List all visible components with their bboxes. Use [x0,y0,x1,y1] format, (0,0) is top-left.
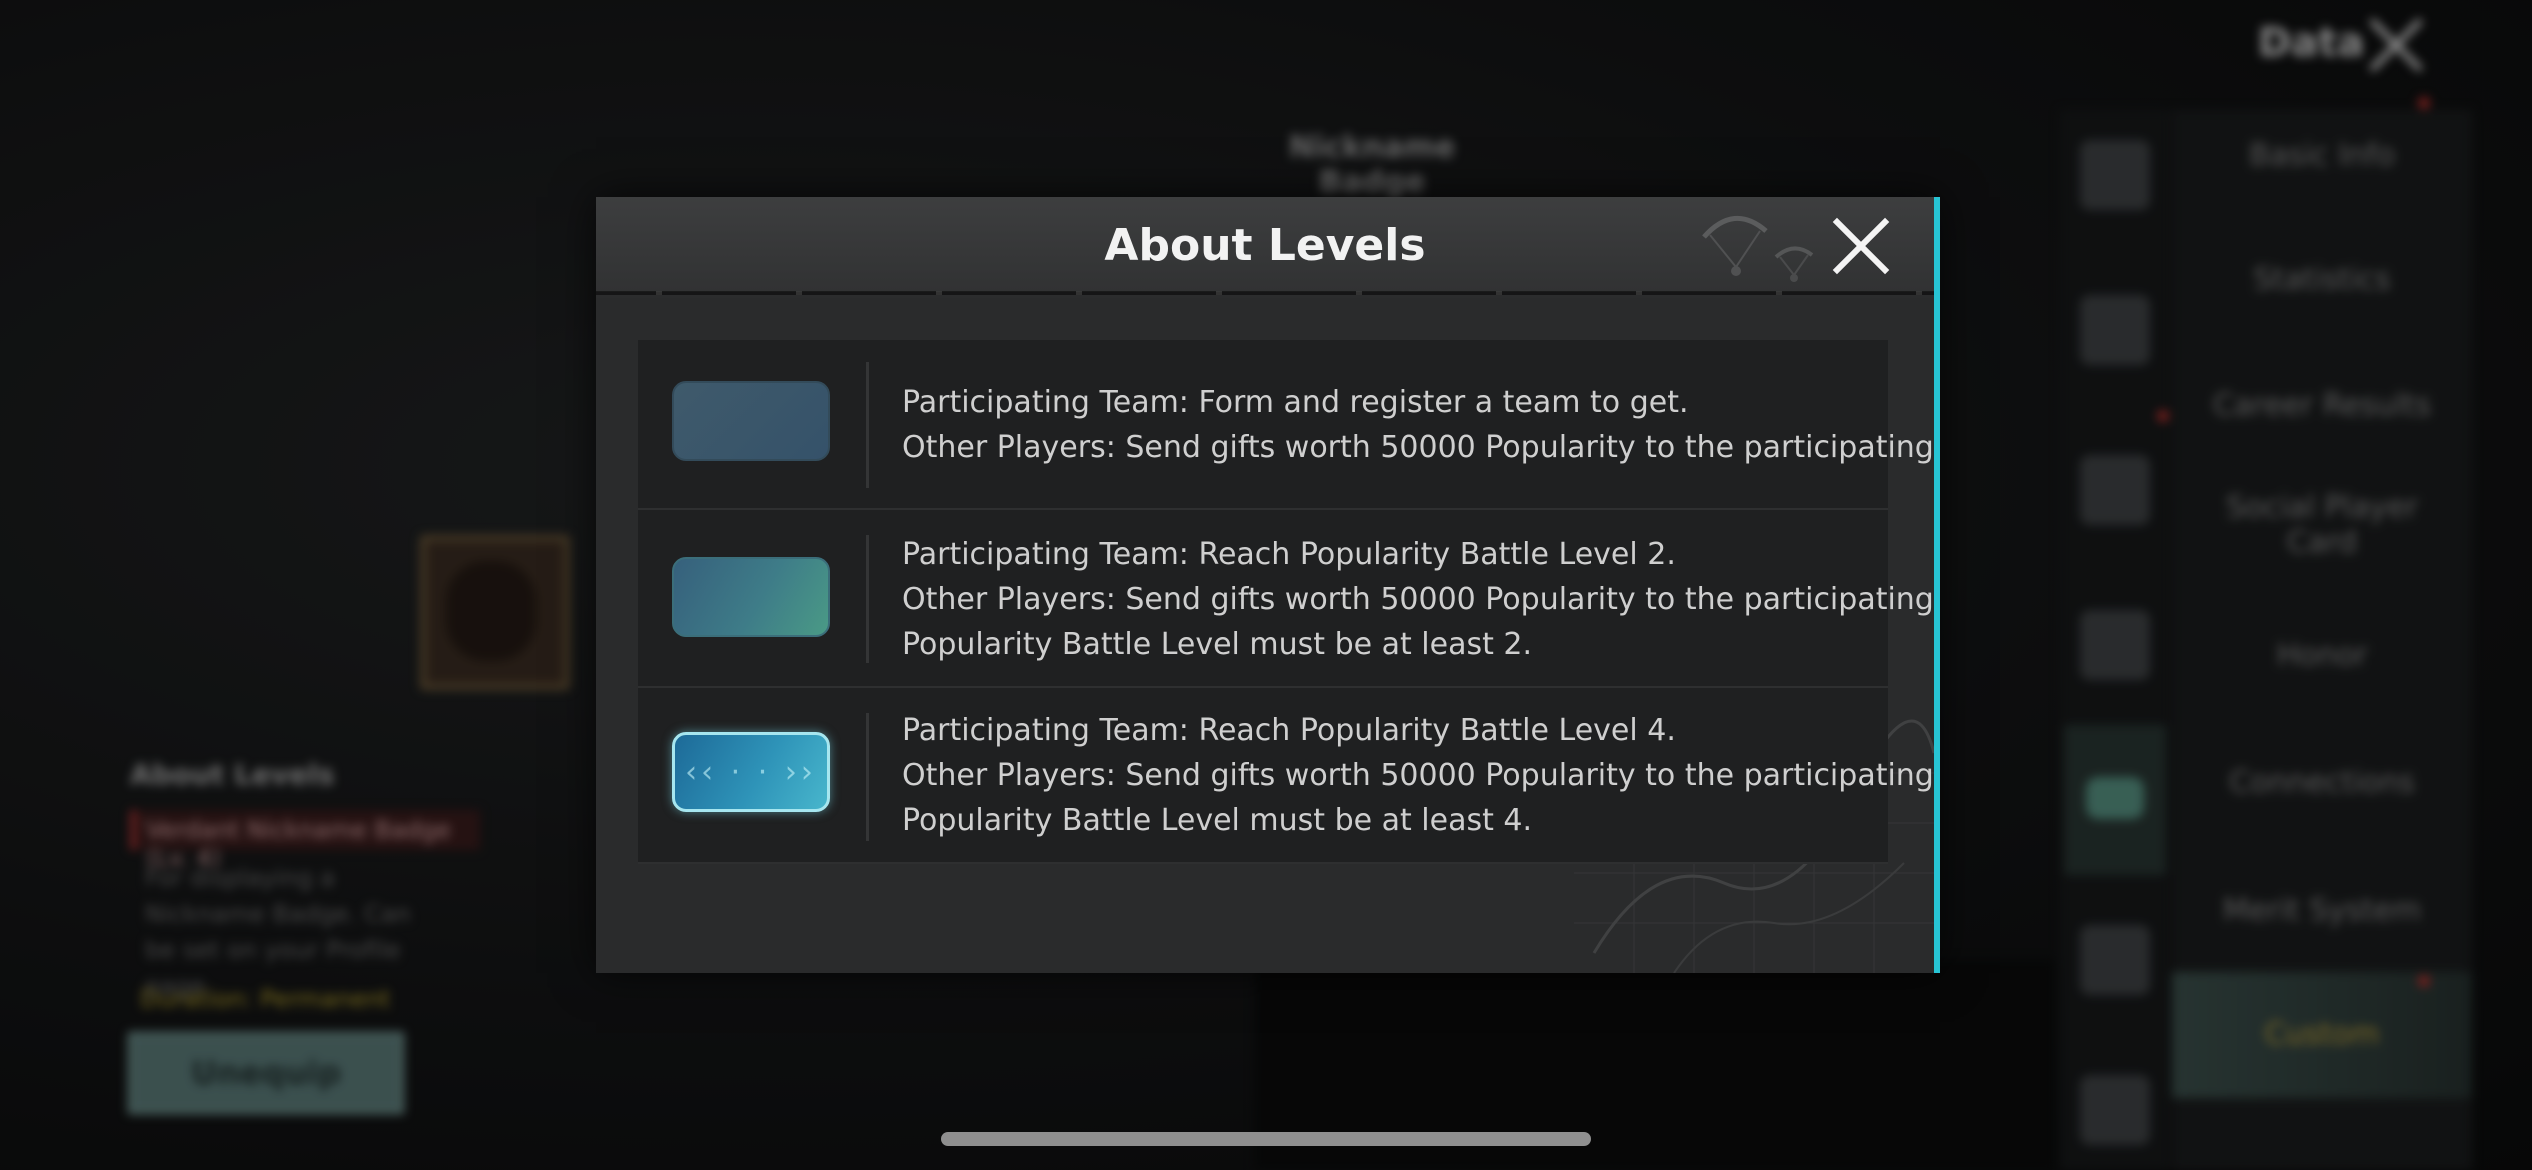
level-requirement-team: Participating Team: Reach Popularity Bat… [902,537,1676,572]
level-requirement-team: Participating Team: Reach Popularity Bat… [902,713,1676,748]
level-description: Participating Team: Reach Popularity Bat… [902,532,1934,667]
badge-level-1-icon [672,381,830,461]
badge-level-2-icon [672,557,830,637]
level-list: Participating Team: Form and register a … [638,340,1934,864]
about-levels-dialog: About Levels Participating Team: Form an… [596,197,1940,973]
row-divider [866,713,869,841]
level-description: Participating Team: Form and register a … [902,380,1934,470]
level-requirement-others-cont: Popularity Battle Level must be at least… [902,803,1533,838]
dialog-header: About Levels [596,197,1934,295]
level-row: Participating Team: Form and register a … [638,340,1934,510]
level-requirement-others: Other Players: Send gifts worth 50000 Po… [902,430,1934,465]
level-requirement-others-cont: Popularity Battle Level must be at least… [902,627,1533,662]
row-divider [866,362,869,488]
dialog-body: Participating Team: Form and register a … [596,298,1934,973]
dialog-title: About Levels [1104,220,1426,271]
home-indicator[interactable] [941,1132,1591,1146]
badge-level-3-icon [672,732,830,812]
level-requirement-others: Other Players: Send gifts worth 50000 Po… [902,582,1934,617]
row-divider [866,535,869,663]
level-description: Participating Team: Reach Popularity Bat… [902,708,1934,843]
level-requirement-team: Participating Team: Form and register a … [902,385,1689,420]
close-icon[interactable] [1832,217,1890,275]
level-row: Participating Team: Reach Popularity Bat… [638,688,1934,864]
level-requirement-others: Other Players: Send gifts worth 50000 Po… [902,758,1934,793]
level-row: Participating Team: Reach Popularity Bat… [638,510,1934,688]
